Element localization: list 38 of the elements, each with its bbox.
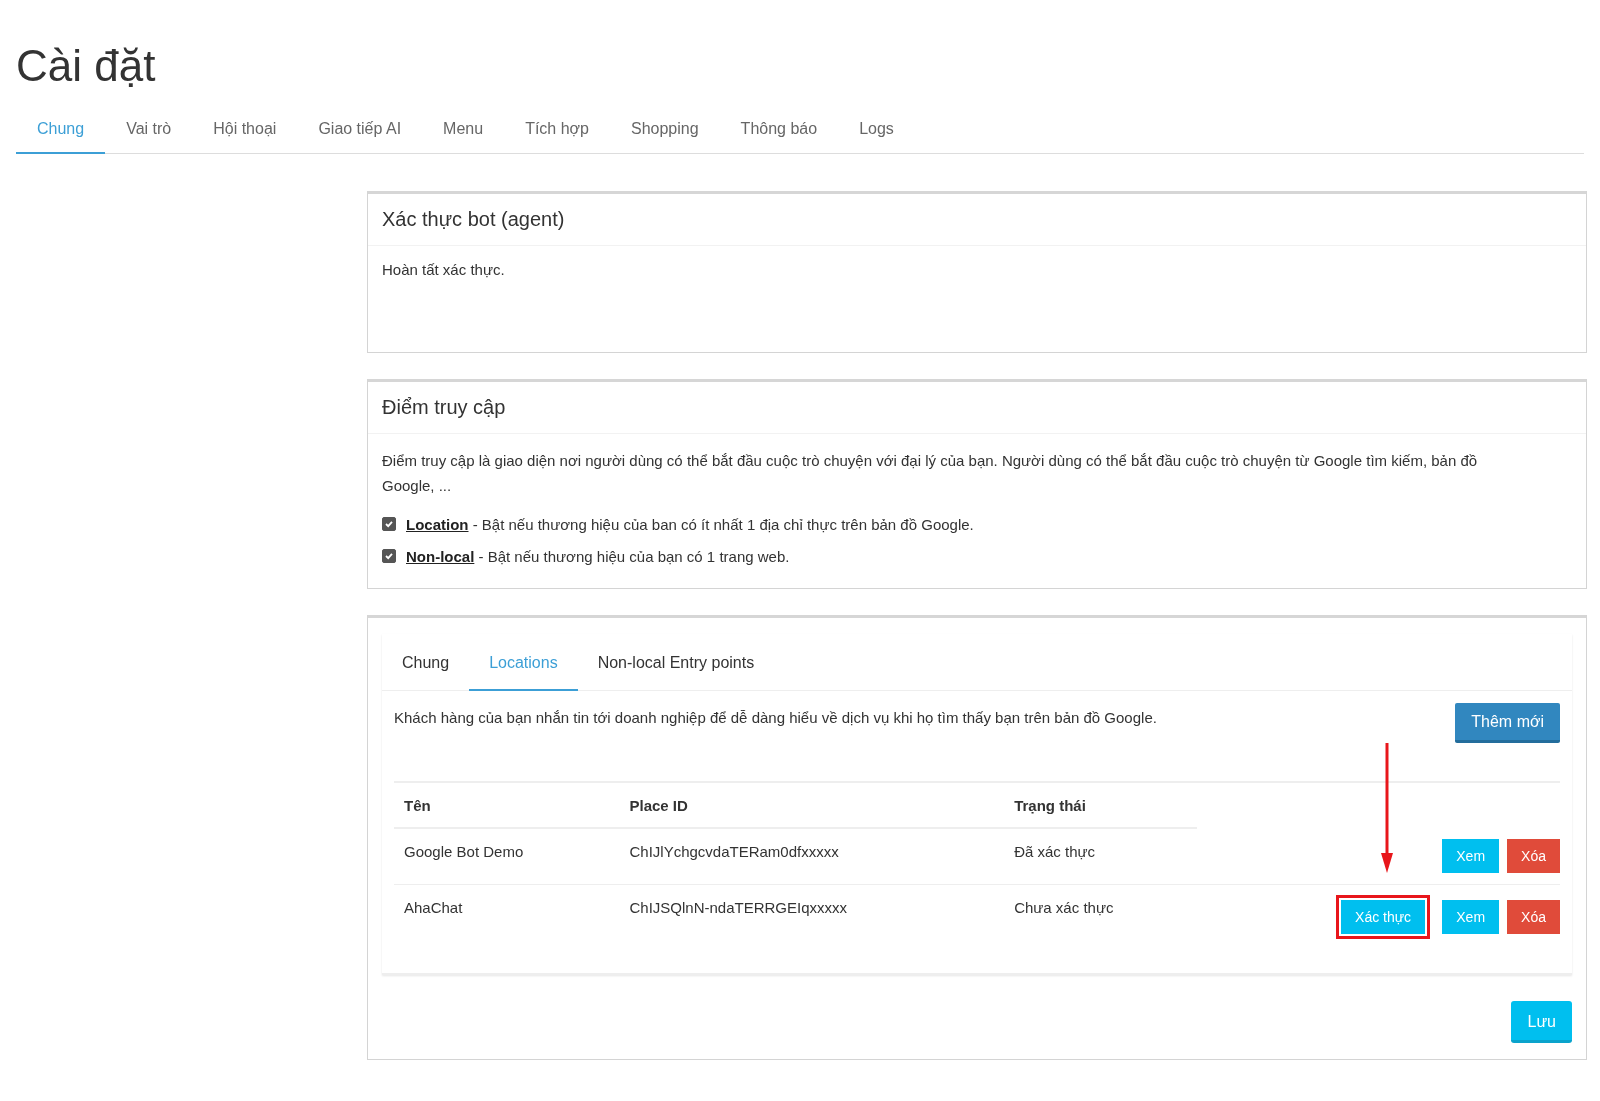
delete-button[interactable]: Xóa <box>1507 839 1560 873</box>
settings-tab[interactable]: Thông báo <box>719 110 839 154</box>
settings-tab[interactable]: Vai trò <box>105 110 193 154</box>
checkbox[interactable] <box>382 517 396 531</box>
table-cell: Chưa xác thực <box>1004 884 1198 949</box>
option-text: Non-local - Bật nếu thương hiệu của bạn có 1 trang web. <box>406 547 790 565</box>
table-cell: ChIJSQlnN-ndaTERRGEIqxxxxx <box>619 884 1005 949</box>
settings-tab[interactable]: Giao tiếp AI <box>297 110 423 154</box>
column-header: Tên <box>394 782 620 828</box>
page-title: Cài đặt <box>16 40 157 92</box>
table-cell: AhaChat <box>394 884 620 949</box>
delete-button[interactable]: Xóa <box>1507 900 1560 934</box>
settings-tab[interactable]: Tích hợp <box>504 110 610 154</box>
auth-status-text: Hoàn tất xác thực. <box>381 260 506 280</box>
settings-tab[interactable]: Chung <box>16 110 106 154</box>
option-text: Location - Bật nếu thương hiệu của ban có ít nhất 1 địa chỉ thực trên bản đồ Google. <box>406 515 974 533</box>
settings-tab[interactable]: Logs <box>838 110 915 154</box>
table-cell: ChIJlYchgcvdaTERam0dfxxxxx <box>619 828 1005 885</box>
sub-tab[interactable]: Non-local Entry points <box>577 634 775 691</box>
check-icon <box>384 551 394 561</box>
add-new-button[interactable]: Thêm mới <box>1455 703 1560 743</box>
locations-description: Khách hàng của bạn nhắn tin tới doanh nghiệp để dễ dàng hiểu về dịch vụ khi họ tìm thấy bạn trên bản đồ Google. <box>394 709 1157 726</box>
card-title: Xác thực bot (agent) <box>368 194 1586 246</box>
option-link[interactable]: Location <box>406 515 469 533</box>
check-icon <box>384 519 394 529</box>
column-header: Place ID <box>619 782 1005 828</box>
checkbox[interactable] <box>382 549 396 563</box>
option-link[interactable]: Non-local <box>406 547 475 565</box>
table-cell: Đã xác thực <box>1004 828 1198 885</box>
settings-tab[interactable]: Hội thoại <box>192 110 298 154</box>
sub-tab[interactable]: Locations <box>469 634 578 691</box>
card-title: Điểm truy cập <box>368 382 1586 434</box>
sub-tab[interactable]: Chung <box>382 634 470 691</box>
settings-tab[interactable]: Menu <box>422 110 505 154</box>
settings-tab[interactable]: Shopping <box>610 110 720 154</box>
entry-points-description: Điểm truy cập là giao diện nơi người dùng có thể bắt đầu cuộc trò chuyện với đại lý của bạn. Người dùng có thể bắt đầu cuộc trò chuyện từ Google tìm kiếm, bản đồ Google, ... <box>382 451 1479 496</box>
table-cell: Google Bot Demo <box>394 828 620 885</box>
column-header: Trạng thái <box>1004 782 1198 828</box>
